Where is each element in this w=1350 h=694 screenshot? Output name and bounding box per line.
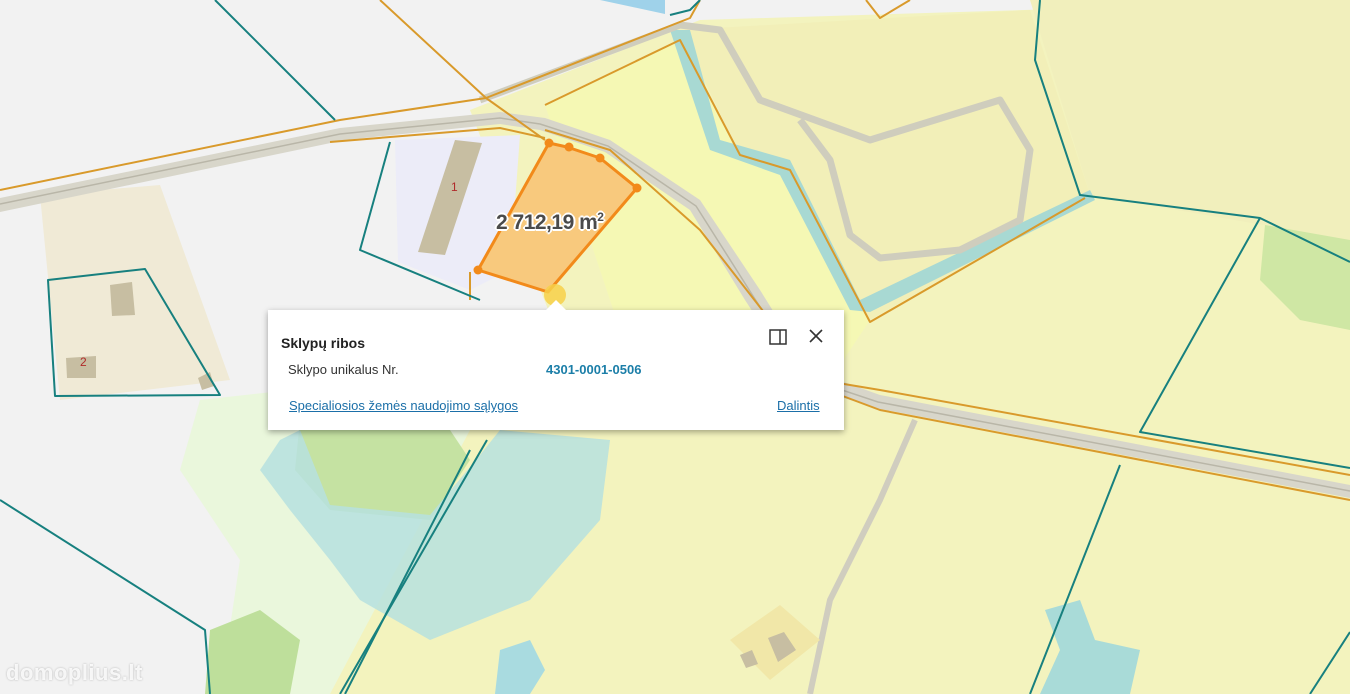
dock-panel-button[interactable] [768,327,788,347]
share-link[interactable]: Dalintis [777,398,820,413]
building-number-2: 2 [80,355,87,369]
parcel-info-popup: Sklypų ribos Sklypo unikalus Nr. 4301-00… [268,300,844,430]
area-value: 2 712,19 m [496,211,598,234]
parcel-area-label: 2 712,19 m2 [496,210,604,235]
dock-panel-icon [769,329,787,345]
close-button[interactable] [805,325,827,347]
special-land-use-link[interactable]: Specialiosios žemės naudojimo sąlygos [289,398,518,413]
close-icon [809,329,823,343]
popup-title: Sklypų ribos [281,335,366,351]
parcel-vertex [632,183,642,193]
parcel-id-value: 4301-0001-0506 [546,362,642,377]
parcel-vertex [544,138,554,148]
popup-pointer [546,300,566,310]
parcel-vertex [595,153,605,163]
parcel-vertex [473,265,483,275]
area-unit-sup: 2 [597,210,604,224]
parcel-id-label: Sklypo unikalus Nr. [288,362,399,377]
watermark: domoplius.lt [6,660,143,685]
parcel-vertex [564,142,574,152]
building-number-1: 1 [451,180,458,194]
building-2a [110,282,135,316]
